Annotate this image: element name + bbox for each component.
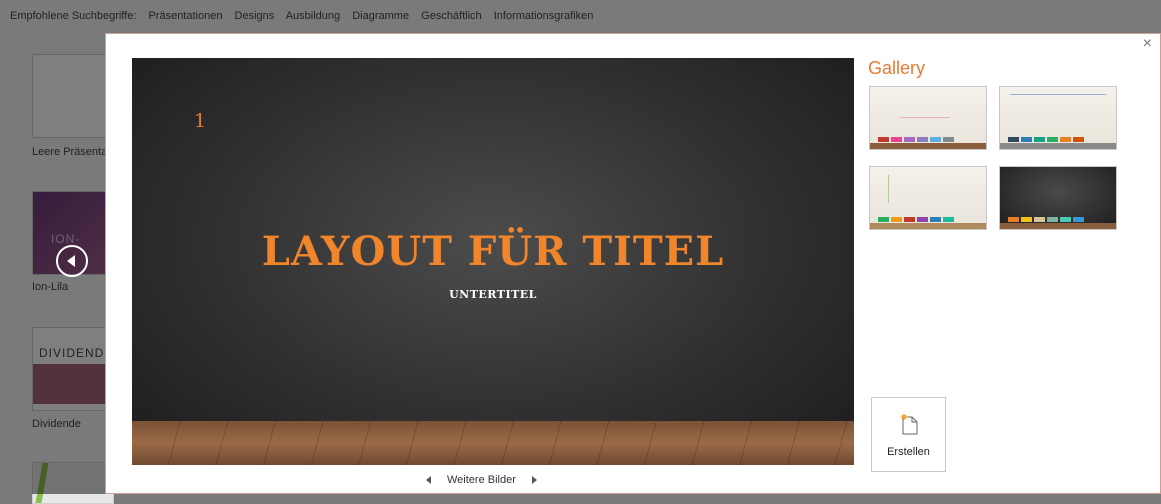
more-images-label: Weitere Bilder (447, 474, 516, 486)
gallery-variant-4[interactable] (999, 166, 1117, 230)
slide-number: 1 (194, 110, 207, 132)
slide-subtitle: UNTERTITEL (449, 288, 537, 301)
template-preview-dialog: × 1 LAYOUT FÜR TITEL UNTERTITEL Weitere … (105, 33, 1161, 494)
gallery-variant-2[interactable] (999, 86, 1117, 150)
wood-floor-image (132, 421, 854, 465)
new-document-icon (901, 414, 918, 435)
create-button[interactable]: Erstellen (871, 397, 946, 472)
close-icon[interactable]: × (1143, 36, 1152, 52)
create-button-label: Erstellen (887, 446, 930, 458)
gallery-variant-1[interactable] (869, 86, 987, 150)
more-images-nav: Weitere Bilder (426, 474, 537, 486)
next-image-icon[interactable] (531, 476, 537, 485)
gallery-title: Gallery (868, 58, 926, 78)
previous-template-button[interactable] (56, 245, 88, 277)
arrow-left-icon (67, 255, 75, 267)
slide-title: LAYOUT FÜR TITEL (261, 228, 725, 275)
previous-image-icon[interactable] (426, 476, 431, 485)
slide-preview: 1 LAYOUT FÜR TITEL UNTERTITEL (132, 58, 854, 465)
gallery-variant-3[interactable] (869, 166, 987, 230)
